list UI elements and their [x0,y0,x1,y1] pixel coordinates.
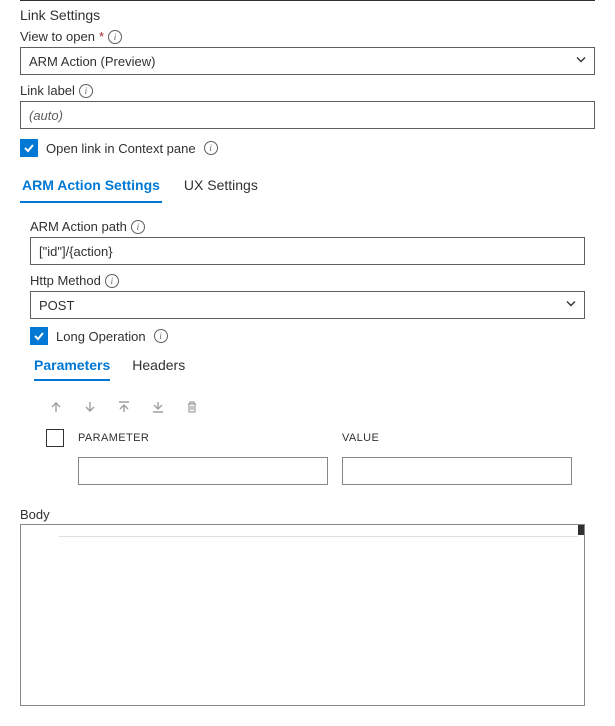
info-icon[interactable]: i [204,141,218,155]
view-to-open-select[interactable]: ARM Action (Preview) [20,47,595,75]
section-title: Link Settings [20,7,595,23]
subtab-parameters[interactable]: Parameters [34,353,110,381]
move-bottom-icon[interactable] [150,399,166,415]
move-up-icon[interactable] [48,399,64,415]
view-to-open-label: View to open [20,29,95,44]
link-label-input[interactable] [20,101,595,129]
http-method-label: Http Method [30,273,101,288]
field-arm-action-path: ARM Action path i [30,219,585,265]
move-down-icon[interactable] [82,399,98,415]
delete-icon[interactable] [184,399,200,415]
long-operation-label: Long Operation [56,329,146,344]
param-toolbar [30,391,585,429]
arm-action-path-label: ARM Action path [30,219,127,234]
table-row [46,457,585,485]
info-icon[interactable]: i [79,84,93,98]
field-http-method: Http Method i POST [30,273,585,319]
long-operation-checkbox[interactable] [30,327,48,345]
parameter-value-input[interactable] [342,457,572,485]
field-view-to-open: View to open * i ARM Action (Preview) [20,29,595,75]
info-icon[interactable]: i [105,274,119,288]
info-icon[interactable]: i [108,30,122,44]
body-label: Body [20,507,585,522]
col-parameter-header: PARAMETER [78,432,328,444]
required-mark: * [99,29,104,44]
long-operation-row: Long Operation i [30,327,585,345]
field-link-label: Link label i [20,83,595,129]
subtab-headers[interactable]: Headers [132,353,185,381]
info-icon[interactable]: i [131,220,145,234]
parameter-name-input[interactable] [78,457,328,485]
open-context-row: Open link in Context pane i [20,139,595,157]
body-textarea[interactable] [20,524,585,706]
param-subtabs: Parameters Headers [30,353,585,381]
tab-arm-action-settings[interactable]: ARM Action Settings [20,171,162,203]
http-method-select[interactable]: POST [30,291,585,319]
parameters-table: PARAMETER VALUE [30,429,585,485]
info-icon[interactable]: i [154,329,168,343]
scrollbar-icon[interactable] [578,525,584,535]
body-ruler [59,529,578,537]
open-context-label: Open link in Context pane [46,141,196,156]
link-label-label: Link label [20,83,75,98]
tab-ux-settings[interactable]: UX Settings [182,171,260,203]
arm-action-path-input[interactable] [30,237,585,265]
main-tabs: ARM Action Settings UX Settings [20,171,595,203]
move-top-icon[interactable] [116,399,132,415]
col-value-header: VALUE [342,432,585,444]
select-all-checkbox[interactable] [46,429,64,447]
open-context-checkbox[interactable] [20,139,38,157]
